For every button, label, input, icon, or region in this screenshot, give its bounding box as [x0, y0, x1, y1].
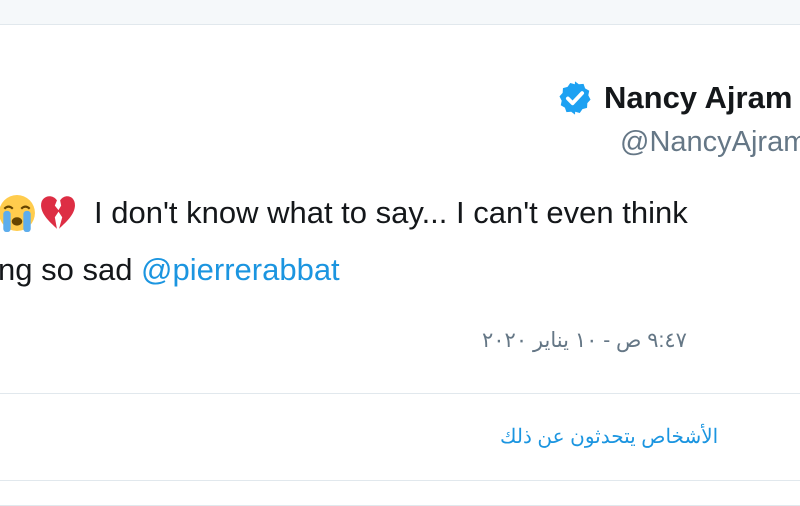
- mention-link[interactable]: @pierrerabbat: [141, 252, 340, 287]
- author-display-name[interactable]: Nancy Ajram: [604, 80, 792, 116]
- bottom-divider: [0, 480, 800, 481]
- verified-badge-icon: [559, 81, 591, 115]
- tweet-timestamp[interactable]: ٩:٤٧ ص - ١٠ يناير ٢٠٢٠: [482, 328, 687, 353]
- tweet-text-line-2: ng so sad @pierrerabbat: [0, 252, 340, 288]
- author-handle[interactable]: @NancyAjram: [620, 126, 800, 159]
- crying-face-emoji-icon: [0, 195, 35, 232]
- tweet-text-first-line: I don't know what to say... I can't even…: [94, 195, 688, 230]
- broken-heart-emoji-icon: [41, 196, 75, 229]
- author-row[interactable]: Nancy Ajram: [556, 78, 792, 118]
- tweet-text-second-line: ng so sad: [0, 252, 142, 287]
- people-talking-link[interactable]: الأشخاص يتحدثون عن ذلك: [500, 424, 718, 449]
- tweet-text-line-1: I don't know what to say... I can't even…: [0, 194, 688, 232]
- divider: [0, 393, 800, 394]
